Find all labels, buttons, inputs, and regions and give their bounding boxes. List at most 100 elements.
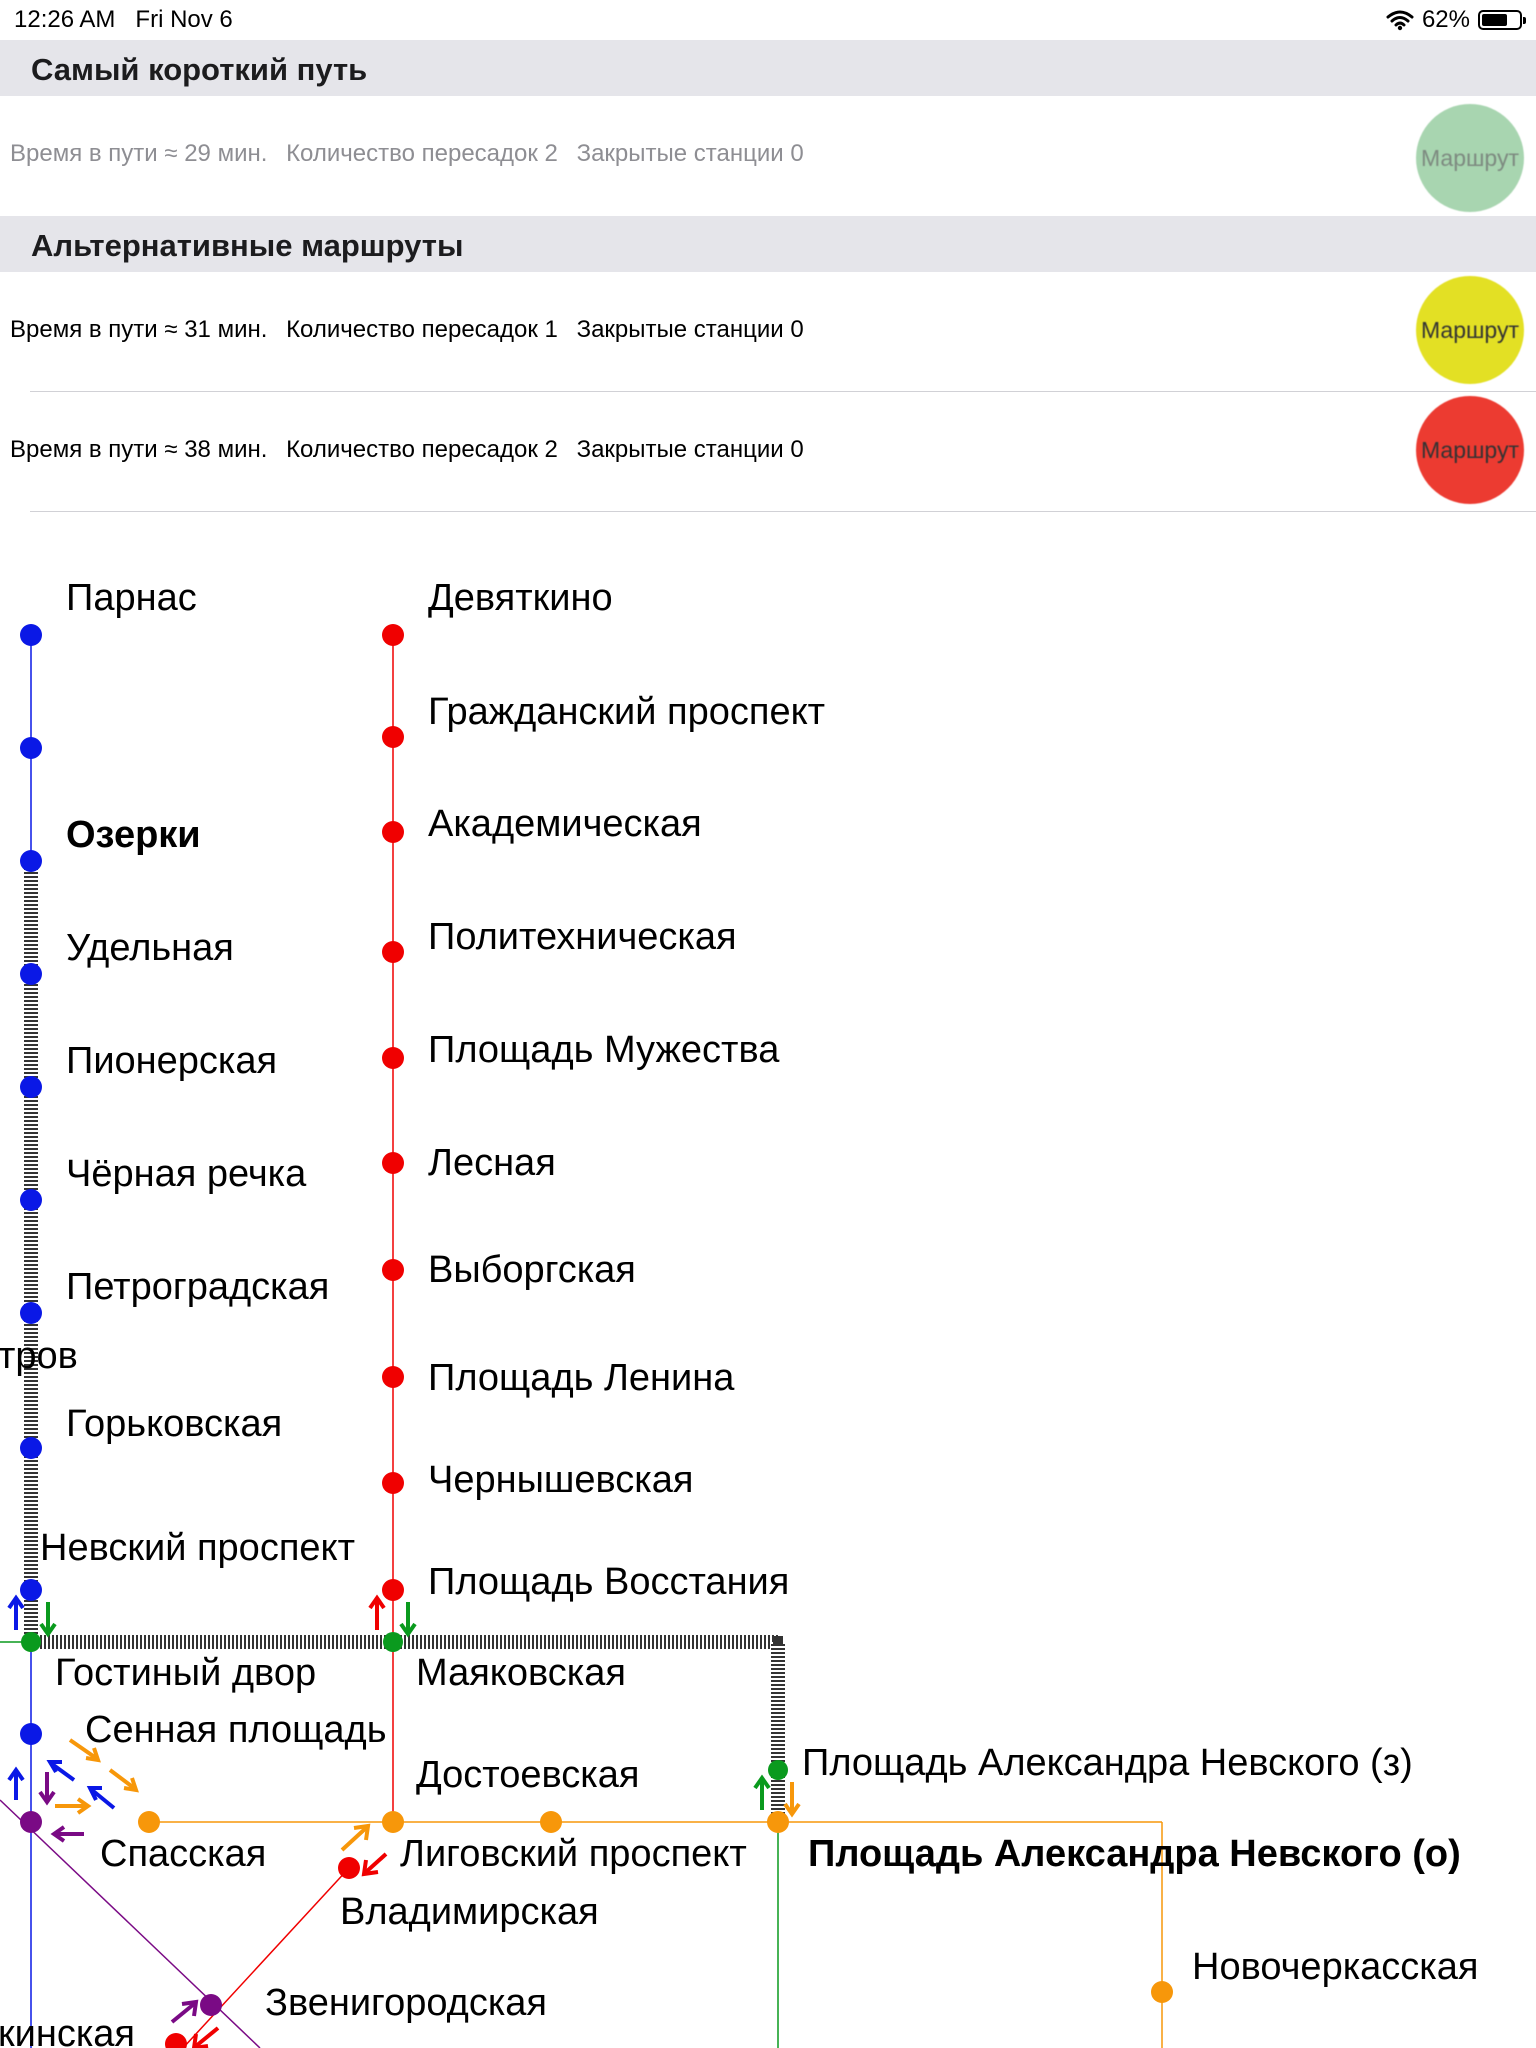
- station-label[interactable]: Площадь Мужества: [428, 1029, 780, 1071]
- station-dot[interactable]: [338, 1857, 360, 1879]
- station-label[interactable]: Невский проспект: [40, 1527, 355, 1569]
- section-title-shortest: Самый короткий путь: [31, 52, 368, 87]
- time-label: Время в пути ≈: [10, 436, 178, 463]
- closed-value: 0: [790, 316, 804, 343]
- station-dot[interactable]: [382, 1259, 404, 1281]
- route-button-shortest[interactable]: Маршрут: [1416, 104, 1524, 212]
- row-divider: [30, 511, 1536, 512]
- station-label[interactable]: кинская: [0, 2013, 135, 2048]
- station-dot[interactable]: [20, 963, 42, 985]
- closed-label: Закрытые станции: [576, 436, 784, 463]
- closed-label: Закрытые станции: [576, 316, 784, 343]
- station-dot[interactable]: [382, 1472, 404, 1494]
- station-dot[interactable]: [382, 1152, 404, 1174]
- station-dot[interactable]: [20, 1811, 42, 1833]
- station-dot[interactable]: [20, 1723, 42, 1745]
- station-label[interactable]: Сенная площадь: [85, 1709, 387, 1751]
- station-label[interactable]: Спасская: [100, 1833, 266, 1875]
- station-label[interactable]: Лиговский проспект: [400, 1833, 747, 1875]
- route-highlight-vertical-2: [771, 1642, 785, 1822]
- station-label[interactable]: Площадь Восстания: [428, 1561, 789, 1603]
- station-label[interactable]: Площадь Ленина: [428, 1357, 735, 1399]
- station-label[interactable]: Удельная: [66, 927, 234, 969]
- station-label[interactable]: Пионерская: [66, 1040, 277, 1082]
- station-label[interactable]: Лесная: [428, 1142, 556, 1184]
- transfers-value: 2: [544, 436, 558, 463]
- time-value: 38 мин.: [184, 436, 268, 463]
- station-label[interactable]: Маяковская: [416, 1652, 626, 1694]
- station-dot[interactable]: [382, 1579, 404, 1601]
- station-dot[interactable]: [382, 726, 404, 748]
- station-label[interactable]: Площадь Александра Невского (з): [802, 1742, 1413, 1784]
- station-label[interactable]: Горьковская: [66, 1403, 282, 1445]
- route-row-shortest[interactable]: Время в пути ≈ 29 мин. Количество переса…: [0, 96, 1536, 216]
- station-dot[interactable]: [20, 624, 42, 646]
- station-dot[interactable]: [382, 1811, 404, 1833]
- station-dot[interactable]: [20, 1302, 42, 1324]
- station-dot[interactable]: [540, 1811, 562, 1833]
- station-label[interactable]: Гражданский проспект: [428, 691, 825, 733]
- closed-label: Закрытые станции: [576, 140, 784, 167]
- route-button-alt-2[interactable]: Маршрут: [1416, 396, 1524, 504]
- battery-percent: 62%: [1421, 6, 1470, 33]
- station-dot[interactable]: [20, 1579, 42, 1601]
- route-button-alt-1[interactable]: Маршрут: [1416, 276, 1524, 384]
- station-dot[interactable]: [768, 1760, 788, 1780]
- transfers-value: 2: [544, 140, 558, 167]
- station-label[interactable]: Выборгская: [428, 1249, 636, 1291]
- battery-icon: [1478, 10, 1526, 30]
- time-value: 29 мин.: [184, 140, 268, 167]
- station-dot[interactable]: [20, 737, 42, 759]
- time-label: Время в пути ≈: [10, 140, 178, 167]
- route-corner: [773, 1636, 783, 1646]
- station-label[interactable]: тров: [0, 1335, 78, 1377]
- station-label[interactable]: Достоевская: [416, 1754, 639, 1796]
- station-dot[interactable]: [138, 1811, 160, 1833]
- wifi-icon: [1386, 10, 1414, 31]
- station-label[interactable]: Девяткино: [428, 577, 613, 619]
- station-label[interactable]: Озерки: [66, 814, 201, 856]
- station-label[interactable]: Парнас: [66, 577, 197, 619]
- section-header-shortest: Самый короткий путь: [0, 40, 1536, 96]
- closed-value: 0: [790, 140, 804, 167]
- transfers-label: Количество пересадок: [286, 140, 538, 167]
- station-dot[interactable]: [382, 821, 404, 843]
- station-label[interactable]: Площадь Александра Невского (о): [808, 1833, 1461, 1875]
- route-info: Время в пути ≈ 29 мин. Количество переса…: [10, 140, 804, 168]
- route-row-alt-1[interactable]: Время в пути ≈ 31 мин. Количество переса…: [0, 272, 1536, 392]
- station-label[interactable]: Владимирская: [340, 1891, 599, 1933]
- station-label[interactable]: Гостиный двор: [55, 1652, 316, 1694]
- station-dot[interactable]: [382, 1047, 404, 1069]
- station-label[interactable]: Академическая: [428, 803, 702, 845]
- station-dot[interactable]: [165, 2033, 187, 2048]
- station-dot[interactable]: [767, 1811, 789, 1833]
- station-label[interactable]: Петроградская: [66, 1266, 329, 1308]
- station-label[interactable]: Чёрная речка: [66, 1153, 307, 1195]
- station-dot[interactable]: [20, 1437, 42, 1459]
- station-dot[interactable]: [20, 850, 42, 872]
- station-label[interactable]: Новочеркасская: [1192, 1946, 1478, 1988]
- station-label[interactable]: Звенигородская: [265, 1982, 547, 2024]
- route-highlight-horizontal: [31, 1635, 778, 1649]
- station-dot[interactable]: [383, 1632, 403, 1652]
- station-dot[interactable]: [1151, 1981, 1173, 2003]
- station-label[interactable]: Чернышевская: [428, 1459, 693, 1501]
- status-right: 62%: [1386, 6, 1526, 34]
- section-title-alternatives: Альтернативные маршруты: [31, 228, 464, 263]
- station-dot[interactable]: [382, 1366, 404, 1388]
- station-dot[interactable]: [382, 624, 404, 646]
- station-dot[interactable]: [20, 1076, 42, 1098]
- transfers-label: Количество пересадок: [286, 436, 538, 463]
- station-dot[interactable]: [382, 941, 404, 963]
- route-info: Время в пути ≈ 31 мин. Количество переса…: [10, 316, 804, 344]
- transfers-label: Количество пересадок: [286, 316, 538, 343]
- time-value: 31 мин.: [184, 316, 268, 343]
- station-dot[interactable]: [21, 1632, 41, 1652]
- station-dot[interactable]: [20, 1189, 42, 1211]
- metro-map[interactable]: Парнас Озерки Удельная Пионерская Чёрная…: [0, 520, 1536, 2048]
- route-row-alt-2[interactable]: Время в пути ≈ 38 мин. Количество переса…: [0, 392, 1536, 512]
- route-info: Время в пути ≈ 38 мин. Количество переса…: [10, 436, 804, 464]
- station-dot[interactable]: [200, 1994, 222, 2016]
- station-label[interactable]: Политехническая: [428, 916, 737, 958]
- time-label: Время в пути ≈: [10, 316, 178, 343]
